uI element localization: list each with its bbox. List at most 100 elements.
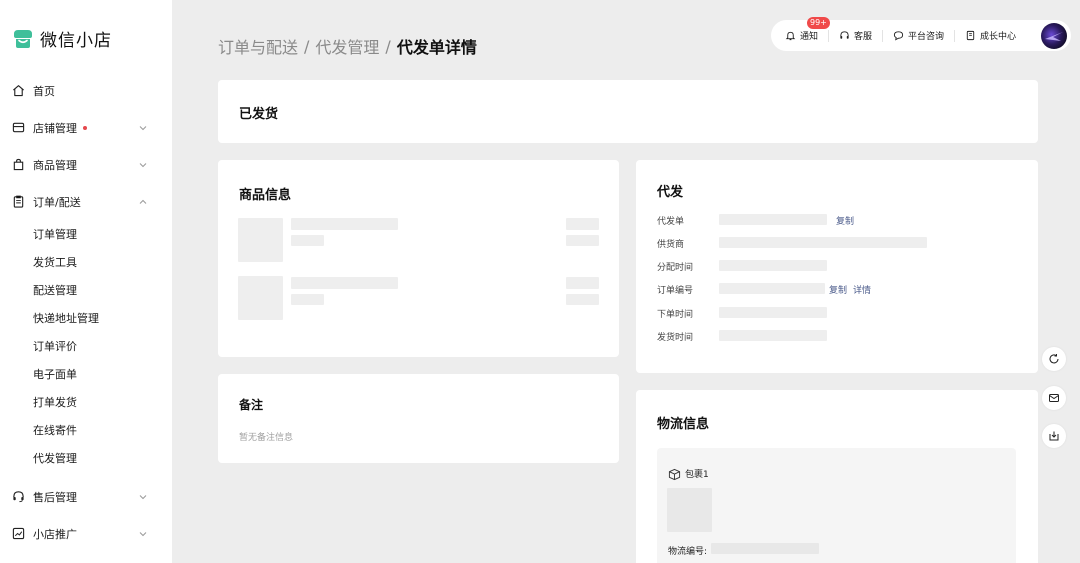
divider bbox=[954, 29, 956, 42]
remark-card: 备注 暂无备注信息 bbox=[218, 374, 619, 463]
bell-icon bbox=[785, 30, 796, 41]
dropship-order-value-placeholder bbox=[719, 214, 827, 225]
sidebar-item-label: 订单/配送 bbox=[33, 195, 81, 209]
mail-icon bbox=[1048, 389, 1060, 408]
chevron-down-icon bbox=[138, 492, 148, 502]
platform-consult-button[interactable]: 平台咨询 bbox=[893, 29, 944, 42]
bag-icon bbox=[11, 158, 25, 172]
refresh-icon bbox=[1048, 350, 1060, 369]
sidebar-subitem-address-management[interactable]: 快递地址管理 bbox=[0, 304, 172, 332]
sidebar-item-store[interactable]: 店铺管理 bbox=[0, 109, 172, 146]
field-label-ship-time: 发货时间 bbox=[657, 333, 694, 343]
field-label-supplier: 供货商 bbox=[657, 240, 685, 250]
chevron-up-icon bbox=[138, 197, 148, 207]
message-button[interactable] bbox=[1042, 386, 1066, 410]
customer-service-button[interactable]: 客服 bbox=[839, 29, 872, 42]
product-spec-placeholder bbox=[291, 294, 324, 305]
sidebar-item-products[interactable]: 商品管理 bbox=[0, 146, 172, 183]
app-name: 微信小店 bbox=[40, 31, 112, 51]
breadcrumb-orders-delivery[interactable]: 订单与配送 bbox=[218, 34, 298, 58]
chevron-down-icon bbox=[138, 529, 148, 539]
product-image-placeholder bbox=[238, 276, 283, 320]
headset-icon bbox=[839, 30, 850, 41]
export-button[interactable] bbox=[1042, 424, 1066, 448]
breadcrumb-separator: / bbox=[385, 36, 391, 56]
download-icon bbox=[1048, 427, 1060, 446]
sidebar-item-label: 售后管理 bbox=[33, 490, 77, 504]
card-title: 商品信息 bbox=[239, 188, 292, 203]
sidebar-subitem-online-send[interactable]: 在线寄件 bbox=[0, 416, 172, 444]
product-name-placeholder bbox=[291, 218, 398, 230]
sidebar-item-cutoff[interactable] bbox=[0, 552, 172, 563]
sidebar-subitem-order-management[interactable]: 订单管理 bbox=[0, 220, 172, 248]
chat-bubble-icon bbox=[893, 30, 904, 41]
field-label-order-time: 下单时间 bbox=[657, 310, 694, 320]
card-title: 备注 bbox=[239, 398, 264, 412]
sidebar-subitem-delivery-management[interactable]: 配送管理 bbox=[0, 276, 172, 304]
user-avatar[interactable] bbox=[1041, 23, 1067, 49]
goods-info-card: 商品信息 bbox=[218, 160, 619, 357]
order-detail-link[interactable]: 详情 bbox=[853, 283, 871, 296]
order-time-value-placeholder bbox=[719, 307, 827, 318]
chevron-down-icon bbox=[138, 123, 148, 133]
sidebar-subitem-dropship-management[interactable]: 代发管理 bbox=[0, 444, 172, 472]
clipboard-icon bbox=[11, 195, 25, 209]
service-label: 客服 bbox=[854, 32, 873, 42]
growth-label: 成长中心 bbox=[980, 32, 1017, 42]
product-price-placeholder bbox=[566, 277, 599, 289]
copy-order-number-button[interactable]: 复制 bbox=[829, 283, 847, 296]
notify-button[interactable]: 通知 99+ bbox=[785, 17, 830, 42]
field-label-assign-time: 分配时间 bbox=[657, 263, 694, 273]
product-qty-placeholder bbox=[566, 294, 599, 305]
shop-logo-icon bbox=[12, 28, 34, 50]
notification-dot bbox=[83, 125, 87, 130]
package-box-icon bbox=[668, 466, 681, 481]
copy-dropship-order-button[interactable]: 复制 bbox=[836, 214, 854, 227]
package-panel: 包裹1 物流编号: bbox=[657, 448, 1016, 563]
field-label-dropship-order: 代发单 bbox=[657, 217, 685, 227]
breadcrumb-separator: / bbox=[304, 36, 310, 56]
home-icon bbox=[11, 84, 25, 98]
app-logo[interactable]: 微信小店 bbox=[12, 26, 112, 51]
assign-time-value-placeholder bbox=[719, 260, 827, 271]
card-title: 代发 bbox=[657, 185, 684, 200]
notify-label: 通知 bbox=[800, 32, 819, 42]
product-name-placeholder bbox=[291, 277, 398, 289]
supplier-value-placeholder bbox=[719, 237, 927, 248]
notify-badge: 99+ bbox=[807, 17, 830, 29]
breadcrumb-dropship-management[interactable]: 代发管理 bbox=[315, 34, 379, 58]
sidebar-item-promotion[interactable]: 小店推广 bbox=[0, 515, 172, 552]
sidebar-subitem-print-ship[interactable]: 打单发货 bbox=[0, 388, 172, 416]
sidebar-item-orders[interactable]: 订单/配送 bbox=[0, 183, 172, 220]
sidebar-item-label: 首页 bbox=[33, 84, 55, 98]
package-label: 包裹1 bbox=[685, 470, 709, 480]
sidebar-nav: 首页 店铺管理 商品管理 订单/配送 订单管理 发货工具 配送管理 快递地址管理… bbox=[0, 72, 172, 563]
sidebar-item-label: 店铺管理 bbox=[33, 121, 77, 135]
order-number-value-placeholder bbox=[719, 283, 825, 294]
sidebar-subitem-e-waybill[interactable]: 电子面单 bbox=[0, 360, 172, 388]
sidebar-subitem-shipping-tools[interactable]: 发货工具 bbox=[0, 248, 172, 276]
book-icon bbox=[965, 30, 976, 41]
divider bbox=[828, 29, 830, 42]
package-image-placeholder bbox=[667, 488, 712, 532]
tracking-number-label: 物流编号: bbox=[668, 547, 708, 557]
product-image-placeholder bbox=[238, 218, 283, 262]
headset-icon bbox=[11, 490, 25, 504]
page-title: 代发单详情 bbox=[396, 38, 477, 57]
store-icon bbox=[11, 121, 25, 135]
dropship-card: 代发 代发单 复制 供货商 分配时间 订单编号 复制 详情 下单时间 发货时间 bbox=[636, 160, 1038, 373]
sidebar-item-home[interactable]: 首页 bbox=[0, 72, 172, 109]
order-status: 已发货 bbox=[239, 107, 279, 122]
logistics-card: 物流信息 包裹1 物流编号: bbox=[636, 390, 1038, 563]
refresh-button[interactable] bbox=[1042, 347, 1066, 371]
field-label-order-number: 订单编号 bbox=[657, 286, 694, 296]
card-title: 物流信息 bbox=[657, 417, 710, 432]
sidebar-item-after-sales[interactable]: 售后管理 bbox=[0, 478, 172, 515]
tracking-number-placeholder bbox=[711, 543, 819, 554]
product-qty-placeholder bbox=[566, 235, 599, 246]
sidebar-subitem-order-reviews[interactable]: 订单评价 bbox=[0, 332, 172, 360]
growth-center-button[interactable]: 成长中心 bbox=[965, 29, 1016, 42]
chart-icon bbox=[11, 527, 25, 541]
remark-empty-text: 暂无备注信息 bbox=[239, 433, 294, 443]
status-card: 已发货 bbox=[218, 80, 1038, 143]
